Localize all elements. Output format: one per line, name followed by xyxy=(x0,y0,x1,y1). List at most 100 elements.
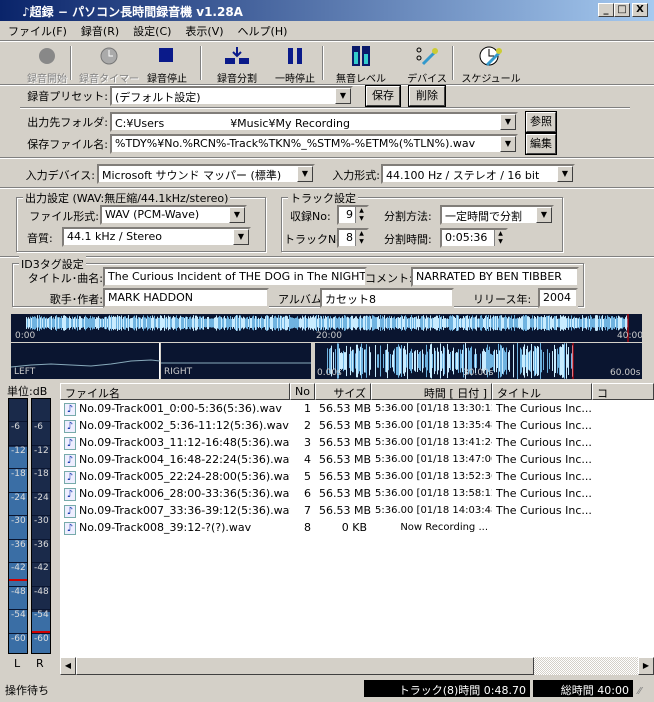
file-row[interactable]: ♪ No.09-Track003_11:12-16:48(5:36).wav 3 56… xyxy=(60,434,654,451)
chevron-down-icon[interactable]: ▼ xyxy=(229,207,245,223)
scrollbar-thumb[interactable] xyxy=(76,657,534,675)
id3-year-label: リリース年: xyxy=(473,293,532,306)
row-filename: ♪ No.09-Track004_16:48-22:24(5:36).wav xyxy=(60,451,290,468)
input-format-label: 入力形式: xyxy=(332,169,380,182)
overview-waveform[interactable]: 0:00 20:00 40:00 xyxy=(11,314,643,342)
waveform-sample xyxy=(506,347,507,375)
spinner-arrows-icon[interactable]: ▲ ▼ xyxy=(494,230,506,246)
minimize-button[interactable]: _ xyxy=(598,3,614,17)
chevron-down-icon[interactable]: ▼ xyxy=(233,229,249,245)
toolbar-button-timer[interactable]: 録音タイマー xyxy=(78,46,140,85)
waveform-sample xyxy=(198,318,199,328)
horizontal-scrollbar[interactable]: ◀ ▶ xyxy=(60,657,654,675)
detail-waveform[interactable]: 0.00s 30.00s 60.00s xyxy=(315,343,642,379)
timer-icon xyxy=(78,46,140,66)
left-meter-label: L xyxy=(14,657,21,670)
menu-bar: ファイル(F) 録音(R) 設定(C) 表示(V) ヘルプ(H) xyxy=(0,21,295,39)
waveform-sample xyxy=(340,318,341,328)
column-filename[interactable]: ファイル名 xyxy=(60,383,290,400)
waveform-sample xyxy=(574,316,575,330)
chevron-down-icon[interactable]: ▼ xyxy=(500,114,516,130)
output-folder-field[interactable]: C:¥Users ¥Music¥My Recording ▼ xyxy=(110,112,518,132)
menu-settings[interactable]: 設定(C) xyxy=(133,23,171,38)
toolbar-button-record[interactable]: 録音開始 xyxy=(16,46,78,85)
id3-artist-field[interactable]: MARK HADDON xyxy=(103,288,269,308)
waveform-sample xyxy=(308,316,309,330)
waveform-sample xyxy=(148,316,149,330)
split-method-select[interactable]: 一定時間で分割 ▼ xyxy=(440,205,554,225)
file-list[interactable]: ♪ No.09-Track001_0:00-5:36(5:36).wav 1 56.5… xyxy=(60,400,654,657)
filename-field[interactable]: %TDY%¥No.%RCN%-Track%TKN%_%STM%-%ETM%(%T… xyxy=(110,134,518,154)
waveform-sample xyxy=(525,315,526,331)
scroll-right-icon[interactable]: ▶ xyxy=(638,657,654,675)
toolbar-button-split[interactable]: 録音分割 xyxy=(206,46,268,85)
id3-comment-field[interactable]: NARRATED BY BEN TIBBER xyxy=(411,267,579,287)
id3-title-field[interactable]: The Curious Incident of THE DOG in The N… xyxy=(103,267,367,287)
menu-view[interactable]: 表示(V) xyxy=(185,23,223,38)
file-row[interactable]: ♪ No.09-Track004_16:48-22:24(5:36).wav 4 56… xyxy=(60,451,654,468)
file-row[interactable]: ♪ No.09-Track007_33:36-39:12(5:36).wav 7 56… xyxy=(60,502,654,519)
toolbar-button-device[interactable]: デバイス xyxy=(396,46,458,85)
split-method-value: 一定時間で分割 xyxy=(445,210,522,223)
close-button[interactable]: X xyxy=(632,3,648,17)
maximize-button[interactable]: □ xyxy=(614,3,630,17)
file-row[interactable]: ♪ No.09-Track008_39:12-?(?).wav 8 0 KB Now R… xyxy=(60,519,654,536)
resize-grip-icon[interactable]: ⁄⁄ xyxy=(638,686,641,697)
file-row[interactable]: ♪ No.09-Track005_22:24-28:00(5:36).wav 5 56… xyxy=(60,468,654,485)
row-size: 56.53 MB xyxy=(319,487,371,500)
quality-select[interactable]: 44.1 kHz / Stereo ▼ xyxy=(62,227,251,247)
column-comment[interactable]: コ xyxy=(592,383,654,400)
menu-help[interactable]: ヘルプ(H) xyxy=(238,23,288,38)
toolbar-button-level[interactable]: 無音レベル xyxy=(330,46,392,85)
menu-file[interactable]: ファイル(F) xyxy=(8,23,67,38)
waveform-sample xyxy=(576,317,577,329)
input-format-select[interactable]: 44.100 Hz / ステレオ / 16 bit ▼ xyxy=(381,164,575,184)
toolbar-button-stop[interactable]: 録音停止 xyxy=(136,46,198,85)
waveform-sample xyxy=(524,344,525,378)
waveform-sample xyxy=(401,345,402,377)
waveform-sample xyxy=(377,317,378,329)
column-title[interactable]: タイトル xyxy=(492,383,592,400)
waveform-sample xyxy=(447,343,448,379)
preset-save-button[interactable]: 保存 xyxy=(365,85,401,107)
chevron-down-icon[interactable]: ▼ xyxy=(297,166,313,182)
file-row[interactable]: ♪ No.09-Track002_5:36-11:12(5:36).wav 2 56.… xyxy=(60,417,654,434)
chevron-down-icon[interactable]: ▼ xyxy=(536,207,552,223)
chevron-down-icon[interactable]: ▼ xyxy=(335,88,351,104)
column-time[interactable]: 時間 [ 日付 ] xyxy=(371,383,492,400)
split-time-spinner[interactable]: 0:05:36 ▲ ▼ xyxy=(440,228,508,248)
edit-button[interactable]: 編集 xyxy=(525,133,557,155)
waveform-sample xyxy=(421,316,422,330)
id3-album-field[interactable]: カセット8 xyxy=(320,288,454,308)
spinner-arrows-icon[interactable]: ▲ ▼ xyxy=(355,230,367,246)
preset-select[interactable]: (デフォルト設定) ▼ xyxy=(110,86,353,106)
file-row[interactable]: ♪ No.09-Track006_28:00-33:36(5:36).wav 6 56… xyxy=(60,485,654,502)
file-format-select[interactable]: WAV (PCM-Wave) ▼ xyxy=(100,205,247,225)
waveform-sample xyxy=(526,348,527,374)
waveform-sample xyxy=(434,317,435,329)
column-no[interactable]: No xyxy=(290,383,315,400)
scroll-left-icon[interactable]: ◀ xyxy=(60,657,76,675)
column-size[interactable]: サイズ xyxy=(315,383,371,400)
toolbar-button-pause[interactable]: 一時停止 xyxy=(264,46,326,85)
waveform-sample xyxy=(543,317,544,329)
spinner-arrows-icon[interactable]: ▲ ▼ xyxy=(355,207,367,223)
chevron-down-icon[interactable]: ▼ xyxy=(557,166,573,182)
input-device-select[interactable]: Microsoft サウンド マッパー (標準) ▼ xyxy=(97,164,315,184)
waveform-sample xyxy=(172,317,173,329)
file-row[interactable]: ♪ No.09-Track001_0:00-5:36(5:36).wav 1 56.5… xyxy=(60,400,654,417)
menu-record[interactable]: 録音(R) xyxy=(81,23,119,38)
waveform-sample xyxy=(468,318,469,328)
preset-delete-button[interactable]: 削除 xyxy=(408,85,446,107)
waveform-sample xyxy=(166,316,167,330)
waveform-sample xyxy=(547,349,548,373)
browse-button[interactable]: 参照 xyxy=(525,111,557,133)
toolbar-button-schedule[interactable]: スケジュール xyxy=(460,46,522,85)
id3-year-field[interactable]: 2004 xyxy=(538,288,578,308)
track-no-spinner[interactable]: 8 ▲ ▼ xyxy=(337,228,369,248)
waveform-sample xyxy=(426,344,427,378)
waveform-sample xyxy=(64,315,65,331)
chevron-down-icon[interactable]: ▼ xyxy=(500,136,516,152)
rec-no-spinner[interactable]: 9 ▲ ▼ xyxy=(337,205,369,225)
meter-tick: -36 xyxy=(32,538,50,550)
